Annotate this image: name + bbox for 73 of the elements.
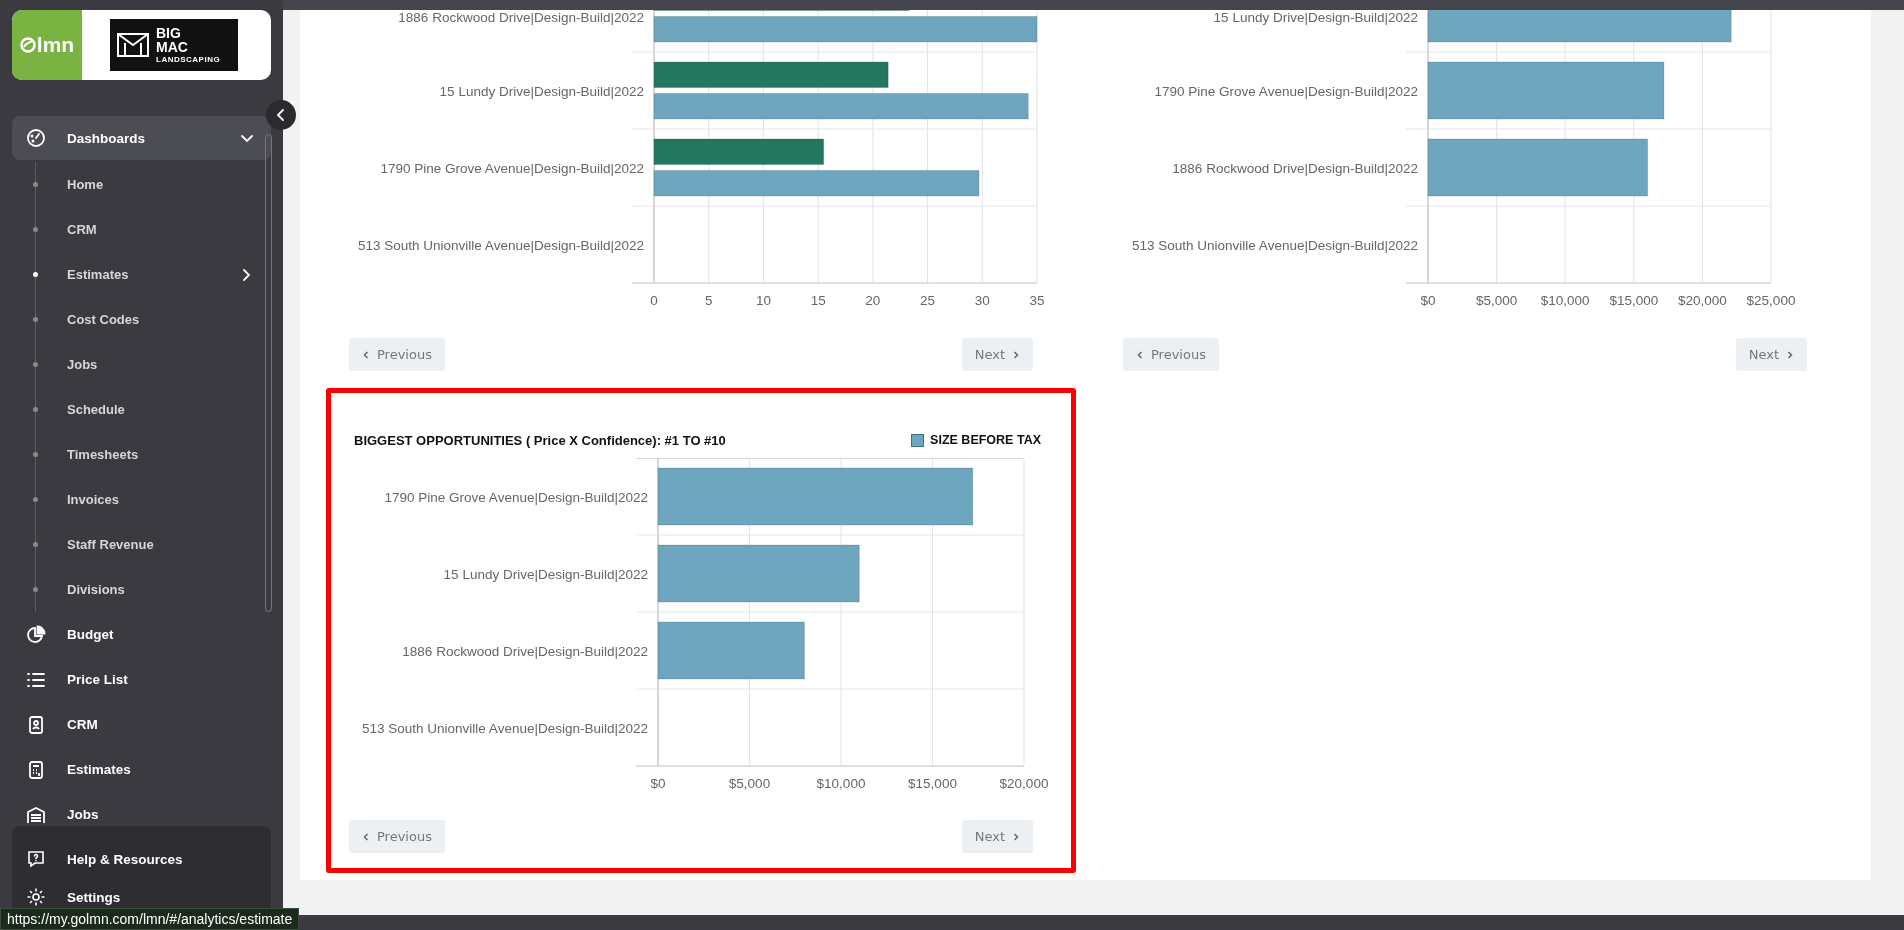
nav-subitem[interactable]: Invoices <box>12 477 271 522</box>
category-label: 1790 Pine Grove Avenue|Design-Build|2022 <box>1154 83 1418 99</box>
tick-label: 20 <box>865 293 881 308</box>
tick-label: 10 <box>755 293 771 308</box>
tick-label: 30 <box>974 293 990 308</box>
contact-card-icon <box>26 714 46 735</box>
chevron-left-icon <box>1136 350 1144 359</box>
nav-subitem[interactable]: Cost Codes <box>12 297 271 342</box>
tick-label: 15 <box>810 293 826 308</box>
category-label: 1886 Rockwood Drive|Design-Build|2022 <box>402 643 648 659</box>
nav-subitem[interactable]: Divisions <box>12 567 271 612</box>
gauge-icon <box>26 128 46 148</box>
category-label: 15 Lundy Drive|Design-Build|2022 <box>443 566 648 582</box>
lmn-logo: lmn <box>12 10 82 80</box>
category-label: 1790 Pine Grove Avenue|Design-Build|2022 <box>384 489 648 505</box>
previous-button[interactable]: Previous <box>349 820 445 853</box>
category-label: 513 South Unionville Avenue|Design-Build|2022 <box>1132 237 1418 253</box>
tick-label: 0 <box>650 293 658 308</box>
nav-item[interactable]: Budget <box>12 612 271 657</box>
nav-subitem[interactable]: Estimates <box>12 252 271 297</box>
tick-label: $0 <box>1420 293 1436 308</box>
tick-label: $10,000 <box>1540 293 1590 308</box>
nav-item[interactable]: Help & Resources <box>12 840 271 878</box>
next-button[interactable]: Next <box>961 338 1033 371</box>
tick-label: $0 <box>650 776 666 791</box>
tick-label: $25,000 <box>1746 293 1796 308</box>
previous-button[interactable]: Previous <box>1123 338 1219 371</box>
category-label: 1886 Rockwood Drive|Design-Build|2022 <box>1172 160 1418 176</box>
nav-item[interactable]: CRM <box>12 702 271 747</box>
category-label: 1790 Pine Grove Avenue|Design-Build|2022 <box>380 160 644 176</box>
company-logo: BIG MAC LANDSCAPING <box>110 19 238 71</box>
nav-subitem[interactable]: Schedule <box>12 387 271 432</box>
nav-subitem[interactable]: Jobs <box>12 342 271 387</box>
category-label: 15 Lundy Drive|Design-Build|2022 <box>1213 10 1418 25</box>
chevron-right-icon <box>1786 350 1794 359</box>
category-label: 513 South Unionville Avenue|Design-Build|2022 <box>362 720 648 736</box>
chevron-right-icon <box>1012 350 1020 359</box>
category-label: 513 South Unionville Avenue|Design-Build|2022 <box>358 237 644 253</box>
nav-subitem[interactable]: CRM <box>12 207 271 252</box>
nav-subitem[interactable]: Staff Revenue <box>12 522 271 567</box>
nav-subitem[interactable]: Home <box>12 162 271 207</box>
nav-item[interactable]: Jobs <box>12 792 271 826</box>
category-label: 1886 Rockwood Drive|Design-Build|2022 <box>398 10 644 25</box>
tick-label: $10,000 <box>816 776 866 791</box>
chart-title: BIGGEST OPPORTUNITIES ( Price X Confidence): #1 TO #10 <box>354 432 726 448</box>
tick-label: $5,000 <box>1475 293 1518 308</box>
next-button[interactable]: Next <box>1735 338 1807 371</box>
nav-item[interactable]: Price List <box>12 657 271 702</box>
nav-item[interactable]: Estimates <box>12 747 271 792</box>
tick-label: 5 <box>704 293 713 308</box>
next-button[interactable]: Next <box>961 820 1033 853</box>
pie-chart-icon <box>26 624 46 645</box>
chevron-left-icon <box>362 832 370 841</box>
status-url: https://my.golmn.com/lmn/#/analytics/estimate <box>0 908 300 930</box>
legend-label: SIZE BEFORE TAX <box>930 433 1041 447</box>
chevron-right-icon <box>1012 832 1020 841</box>
garage-icon <box>26 804 46 825</box>
nav-item[interactable]: Dashboards <box>12 116 271 160</box>
tick-label: 35 <box>1029 293 1045 308</box>
calculator-icon <box>26 759 46 780</box>
tick-label: $20,000 <box>1678 293 1727 308</box>
settings-icon <box>26 887 46 907</box>
help-icon <box>26 849 46 869</box>
tick-label: 25 <box>920 293 936 308</box>
tick-label: $20,000 <box>999 776 1049 791</box>
chevron-left-icon <box>362 350 370 359</box>
nav-subitem[interactable]: Timesheets <box>12 432 271 477</box>
category-label: 15 Lundy Drive|Design-Build|2022 <box>439 83 644 99</box>
tick-label: $15,000 <box>908 776 957 791</box>
collapse-button[interactable] <box>266 100 296 130</box>
tick-label: $5,000 <box>728 776 771 791</box>
previous-button[interactable]: Previous <box>349 338 445 371</box>
tick-label: $15,000 <box>1609 293 1659 308</box>
